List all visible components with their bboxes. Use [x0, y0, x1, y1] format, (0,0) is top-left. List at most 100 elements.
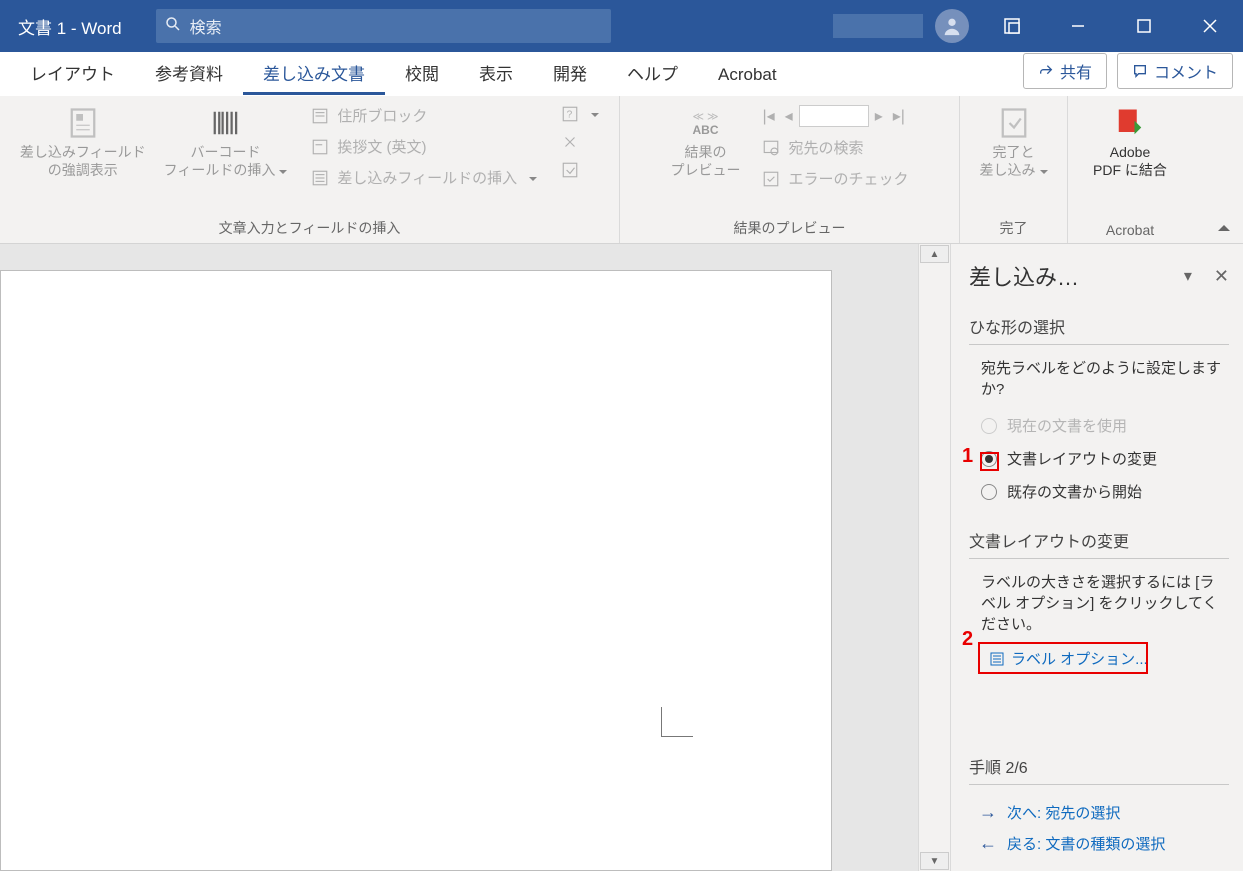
label-options-icon — [989, 651, 1005, 667]
search-box[interactable]: 検索 — [156, 9, 611, 43]
insert-merge-field-label: 差し込みフィールドの挿入 — [337, 167, 517, 188]
radio-icon — [981, 484, 997, 500]
radio-change-layout-label: 文書レイアウトの変更 — [1007, 448, 1157, 469]
rules-icon: ? — [561, 105, 579, 123]
adobe-pdf-icon — [1112, 105, 1148, 141]
radio-use-current: 現在の文書を使用 — [981, 409, 1229, 442]
address-block-icon — [311, 107, 329, 125]
tab-acrobat[interactable]: Acrobat — [698, 57, 797, 95]
section-layout-title: 文書レイアウトの変更 — [969, 528, 1229, 559]
svg-text:?: ? — [567, 109, 573, 120]
step-indicator: 手順 2/6 — [969, 754, 1229, 785]
barcode-icon — [208, 105, 244, 141]
barcode-field[interactable]: バーコード フィールドの挿入 — [158, 102, 294, 182]
next-record-icon[interactable]: ▸ — [871, 104, 887, 128]
greeting-line[interactable]: 挨拶文 (英文) — [305, 133, 543, 160]
search-icon — [156, 15, 190, 38]
adobe-pdf-merge[interactable]: Adobe PDF に結合 — [1087, 102, 1173, 182]
ribbon-display-options[interactable] — [979, 0, 1045, 52]
label-options-link[interactable]: ラベル オプション... — [981, 644, 1156, 673]
user-avatar[interactable] — [935, 9, 969, 43]
tab-view[interactable]: 表示 — [459, 52, 533, 95]
maximize-button[interactable] — [1111, 0, 1177, 52]
check-errors-label: エラーのチェック — [788, 168, 908, 189]
prev-step-label: 戻る: 文書の種類の選択 — [1007, 833, 1165, 854]
vertical-scrollbar[interactable]: ▲ ▼ — [918, 244, 950, 871]
radio-existing-doc-label: 既存の文書から開始 — [1007, 481, 1142, 502]
match-fields[interactable] — [555, 130, 605, 154]
document-title: 文書 1 - Word — [0, 14, 140, 39]
last-record-icon[interactable]: ▸| — [889, 104, 909, 128]
share-button[interactable]: 共有 — [1023, 53, 1107, 89]
find-recipient[interactable]: 宛先の検索 — [756, 134, 914, 161]
annotation-1: 1 — [962, 445, 973, 468]
highlight-label: 差し込みフィールド の強調表示 — [20, 143, 146, 179]
barcode-label: バーコード フィールドの挿入 — [164, 143, 288, 179]
group3-label: 完了 — [1000, 218, 1028, 241]
pane-dropdown-icon[interactable]: ▾ — [1184, 266, 1192, 286]
cursor-mark — [661, 707, 693, 737]
radio-icon — [981, 451, 997, 467]
collapse-ribbon-icon[interactable] — [1215, 219, 1233, 237]
greeting-line-label: 挨拶文 (英文) — [337, 136, 426, 157]
template-prompt: 宛先ラベルをどのように設定しますか? — [981, 357, 1229, 399]
update-labels[interactable] — [555, 158, 605, 182]
insert-merge-field[interactable]: 差し込みフィールドの挿入 — [305, 164, 543, 191]
first-record-icon[interactable]: |◂ — [758, 104, 778, 128]
group1-label: 文章入力とフィールドの挿入 — [219, 218, 401, 241]
ribbon: 差し込みフィールド の強調表示 バーコード フィールドの挿入 住所ブロック 挨拶… — [0, 96, 1243, 244]
next-step-label: 次へ: 宛先の選択 — [1007, 802, 1120, 823]
arrow-left-icon: ← — [979, 833, 997, 854]
greeting-line-icon — [311, 138, 329, 156]
match-fields-icon — [561, 133, 579, 151]
finish-merge[interactable]: 完了と 差し込み — [974, 102, 1054, 182]
scroll-down-icon[interactable]: ▼ — [920, 852, 949, 870]
update-labels-icon — [561, 161, 579, 179]
highlight-icon — [65, 105, 101, 141]
pane-title: 差し込み… — [969, 260, 1079, 292]
tab-help[interactable]: ヘルプ — [607, 52, 698, 95]
radio-use-current-label: 現在の文書を使用 — [1007, 415, 1127, 436]
record-number-input[interactable] — [799, 105, 869, 127]
preview-results[interactable]: ≪ ≫ ABC 結果の プレビュー — [664, 102, 746, 182]
tab-developer[interactable]: 開発 — [533, 52, 607, 95]
address-block[interactable]: 住所ブロック — [305, 102, 543, 129]
user-name-placeholder — [833, 14, 923, 38]
find-recipient-label: 宛先の検索 — [788, 137, 863, 158]
comment-label: コメント — [1154, 59, 1218, 83]
radio-existing-doc[interactable]: 既存の文書から開始 — [981, 475, 1229, 508]
search-placeholder: 検索 — [190, 14, 222, 38]
preview-label: 結果の プレビュー — [670, 143, 740, 179]
comment-button[interactable]: コメント — [1117, 53, 1233, 89]
tab-mailings[interactable]: 差し込み文書 — [243, 52, 385, 95]
group2-label: 結果のプレビュー — [734, 218, 846, 241]
close-button[interactable] — [1177, 0, 1243, 52]
adobe-pdf-label: Adobe PDF に結合 — [1093, 143, 1167, 179]
highlight-merge-fields[interactable]: 差し込みフィールド の強調表示 — [14, 102, 152, 182]
check-errors[interactable]: エラーのチェック — [756, 165, 914, 192]
finish-merge-icon — [996, 105, 1032, 141]
title-bar: 文書 1 - Word 検索 — [0, 0, 1243, 52]
finish-merge-label: 完了と 差し込み — [980, 143, 1048, 179]
tab-layout[interactable]: レイアウト — [10, 52, 135, 95]
tab-review[interactable]: 校閲 — [385, 52, 459, 95]
address-block-label: 住所ブロック — [337, 105, 427, 126]
radio-icon — [981, 418, 997, 434]
document-page[interactable] — [0, 270, 832, 871]
share-label: 共有 — [1060, 59, 1092, 83]
tab-references[interactable]: 参考資料 — [135, 52, 243, 95]
scroll-up-icon[interactable]: ▲ — [920, 245, 949, 263]
pane-close-icon[interactable]: ✕ — [1214, 266, 1229, 287]
next-step-link[interactable]: → 次へ: 宛先の選択 — [969, 797, 1229, 828]
radio-change-layout[interactable]: 文書レイアウトの変更 — [981, 442, 1229, 475]
minimize-button[interactable] — [1045, 0, 1111, 52]
rules-dropdown[interactable]: ? — [555, 102, 605, 126]
layout-description: ラベルの大きさを選択するには [ラベル オプション] をクリックしてください。 — [981, 571, 1229, 634]
group4-label: Acrobat — [1106, 222, 1154, 241]
annotation-2: 2 — [962, 628, 973, 651]
prev-record-icon[interactable]: ◂ — [781, 104, 797, 128]
prev-step-link[interactable]: ← 戻る: 文書の種類の選択 — [969, 828, 1229, 859]
insert-merge-field-icon — [311, 169, 329, 187]
check-errors-icon — [762, 170, 780, 188]
mail-merge-task-pane: 差し込み… ▾ ✕ ひな形の選択 宛先ラベルをどのように設定しますか? 現在の文… — [950, 244, 1243, 871]
